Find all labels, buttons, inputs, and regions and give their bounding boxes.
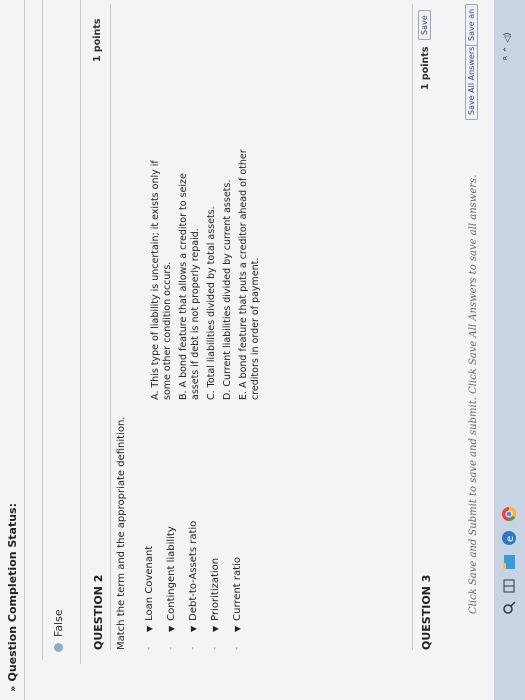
definition-item: E. A bond feature that puts a creditor a… bbox=[238, 149, 261, 400]
question-3-title: QUESTION 3 bbox=[420, 574, 433, 650]
chevron-up-icon[interactable]: ⌃ bbox=[503, 46, 513, 54]
term-row[interactable]: - ▼ Debt-to-Assets ratio bbox=[182, 450, 204, 650]
definition-list: A. This type of liability is uncertain; … bbox=[150, 140, 266, 400]
term-row[interactable]: - ▼ Prioritization bbox=[204, 450, 226, 650]
svg-text:e: e bbox=[505, 536, 516, 542]
question-2-title: QUESTION 2 bbox=[92, 574, 105, 650]
file-explorer-icon[interactable] bbox=[501, 554, 517, 570]
save-all-answers-button[interactable]: Save All Answers bbox=[465, 41, 478, 120]
volume-icon[interactable]: ◁) bbox=[503, 32, 513, 42]
people-icon[interactable]: ᴿ bbox=[503, 56, 513, 60]
task-view-icon[interactable] bbox=[501, 578, 517, 594]
divider bbox=[42, 0, 43, 660]
definition-item: D. Current liabilities divided by curren… bbox=[222, 179, 233, 400]
question-completion-status[interactable]: »Question Completion Status: bbox=[6, 503, 19, 692]
divider bbox=[412, 4, 413, 650]
term-row[interactable]: - ▼ Current ratio bbox=[226, 450, 248, 650]
term-row[interactable]: - ▼ Contingent liability bbox=[160, 450, 182, 650]
edge-browser-icon[interactable]: e bbox=[501, 530, 517, 546]
term-list: - ▼ Loan Covenant - ▼ Contingent liabili… bbox=[138, 450, 248, 650]
dropdown-arrow-icon[interactable]: ▼ bbox=[211, 626, 220, 632]
definition-item: A. This type of liability is uncertain; … bbox=[150, 160, 173, 400]
chrome-icon[interactable] bbox=[501, 506, 517, 522]
question-2-points: 1 points bbox=[92, 18, 103, 62]
divider bbox=[110, 4, 111, 650]
dropdown-arrow-icon[interactable]: ▼ bbox=[145, 626, 154, 632]
definition-item: B. A bond feature that allows a creditor… bbox=[178, 173, 201, 400]
radio-selected-icon bbox=[54, 643, 63, 652]
divider bbox=[24, 0, 25, 700]
divider bbox=[80, 0, 81, 664]
photo-stage: »Question Completion Status: False QUEST… bbox=[0, 0, 525, 700]
dropdown-arrow-icon[interactable]: ▼ bbox=[167, 626, 176, 632]
dropdown-arrow-icon[interactable]: ▼ bbox=[189, 626, 198, 632]
save-answer-button[interactable]: Save bbox=[418, 10, 431, 40]
system-tray[interactable]: ᴿ ⌃ ◁) bbox=[503, 32, 513, 60]
footer-instructions: Click Save and Submit to save and submit… bbox=[468, 174, 479, 614]
question-2-instructions: Match the term and the appropriate defin… bbox=[116, 416, 127, 651]
search-icon[interactable] bbox=[501, 600, 517, 616]
taskbar: e ᴿ ⌃ ◁) bbox=[494, 0, 525, 700]
save-and-submit-button[interactable]: Save an bbox=[465, 3, 478, 46]
answer-false: False bbox=[52, 609, 65, 652]
term-row[interactable]: - ▼ Loan Covenant bbox=[138, 450, 160, 650]
question-3-points: 1 points bbox=[420, 46, 431, 90]
dropdown-arrow-icon[interactable]: ▼ bbox=[233, 626, 242, 632]
chevron-down-icon: » bbox=[8, 685, 19, 692]
definition-item: C. Total liabilities divided by total as… bbox=[206, 206, 217, 400]
screen: »Question Completion Status: False QUEST… bbox=[0, 0, 525, 700]
